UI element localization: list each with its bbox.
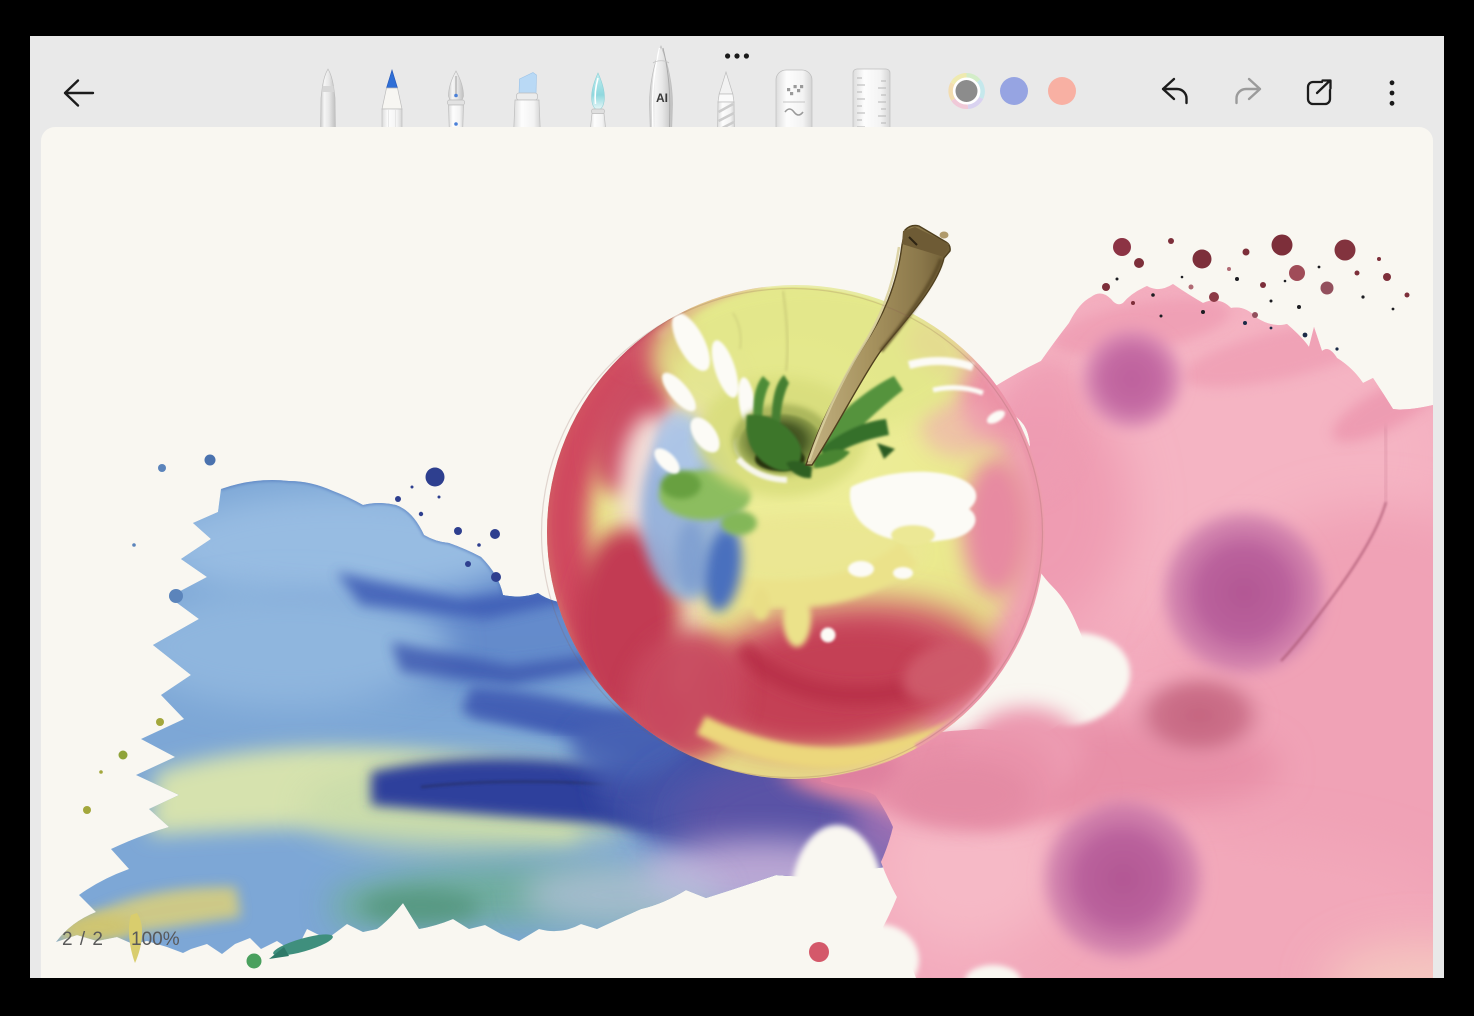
- svg-text:AI: AI: [656, 91, 668, 105]
